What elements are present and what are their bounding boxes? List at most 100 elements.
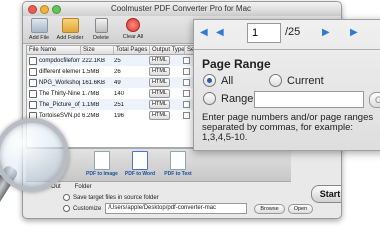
next-page-icon[interactable]: ▶ — [322, 27, 330, 38]
pdf-to-image-label: PDF to Image — [86, 171, 118, 177]
file-name-cell: different elements — [27, 67, 80, 76]
divider — [194, 49, 380, 50]
first-page-icon[interactable]: ◀ — [200, 27, 208, 38]
page-range-title: Page Range — [202, 57, 271, 71]
row-checkbox[interactable] — [29, 89, 37, 98]
column-header[interactable]: Output Type — [150, 46, 185, 54]
delete-button[interactable]: Delete — [85, 18, 117, 41]
pdf-to-text-button[interactable]: PDF to Text — [162, 151, 194, 177]
browse-button[interactable]: Browse — [254, 203, 285, 214]
output-type-cell: HTML — [147, 89, 181, 98]
total-pages-cell: 26 — [114, 68, 121, 75]
column-header[interactable]: Total Pages — [114, 46, 150, 54]
file-name-cell: compdocfileforma — [27, 56, 80, 65]
column-header[interactable]: Size — [81, 46, 114, 54]
text-document-icon — [170, 151, 186, 170]
total-pages-cell: 251 — [114, 101, 125, 108]
row-checkbox[interactable] — [29, 78, 37, 87]
delete-label: Delete — [93, 35, 109, 41]
customize-radio[interactable] — [63, 205, 70, 212]
total-pages-cell: 196 — [114, 112, 125, 119]
range-label: Range — [221, 92, 254, 105]
file-name: The_Picture_of_Do — [39, 101, 80, 108]
window-title: Coolmuster PDF Converter Pro for Mac — [111, 4, 252, 13]
output-type-select[interactable]: HTML — [149, 78, 170, 87]
row-checkbox[interactable] — [29, 100, 37, 109]
total-pages-cell: 140 — [114, 90, 125, 97]
output-type-select[interactable]: HTML — [149, 100, 170, 109]
selected-checkbox[interactable] — [183, 57, 190, 64]
image-document-icon — [94, 151, 110, 170]
add-file-icon — [30, 18, 48, 33]
prev-page-icon[interactable]: ◀ — [216, 27, 224, 38]
output-type-cell: HTML — [147, 111, 181, 120]
file-name: compdocfileforma — [39, 57, 80, 64]
selected-checkbox[interactable] — [183, 79, 190, 86]
selected-checkbox[interactable] — [183, 101, 190, 108]
column-header[interactable]: File Name — [27, 46, 81, 54]
output-type-select[interactable]: HTML — [149, 89, 170, 98]
range-input[interactable] — [254, 91, 364, 108]
pdf-to-word-label: PDF to Word — [124, 171, 156, 177]
file-size-cell: 222.1KB — [82, 57, 106, 64]
output-type-select[interactable]: HTML — [149, 56, 170, 65]
all-label: All — [221, 74, 234, 87]
file-size-cell: 1.1MB — [82, 101, 100, 108]
file-name-cell: The_Picture_of_Do — [27, 100, 80, 109]
ok-button[interactable]: Ok — [369, 92, 380, 108]
customize-label: Customize — [73, 205, 102, 212]
add-folder-button[interactable]: Add Folder — [54, 18, 86, 41]
word-document-icon — [132, 151, 148, 170]
minimize-window-button[interactable] — [40, 5, 49, 14]
pdf-to-image-button[interactable]: PDF to Image — [86, 151, 118, 177]
save-source-label: Save target files in source folder — [73, 194, 159, 201]
folder-label: Folder — [74, 184, 92, 190]
total-pages-cell: 49 — [114, 79, 121, 86]
all-option[interactable]: All — [203, 74, 233, 87]
total-pages-cell: 25 — [114, 57, 121, 64]
output-type-select[interactable]: HTML — [149, 67, 170, 76]
selected-checkbox[interactable] — [183, 112, 190, 119]
page-range-panel: ◀ ◀ 1 /25 ▶ ▶ Page Range All Current Ran… — [193, 19, 380, 151]
zoom-window-button[interactable] — [52, 5, 61, 14]
range-hint: Enter page numbers and/or page ranges se… — [202, 112, 374, 143]
start-button[interactable]: Start — [311, 185, 341, 203]
row-checkbox[interactable] — [29, 56, 37, 65]
pdf-to-word-button[interactable]: PDF to Word — [124, 151, 156, 177]
row-checkbox[interactable] — [29, 67, 37, 76]
save-source-radio[interactable] — [63, 194, 70, 201]
add-folder-label: Add Folder — [56, 35, 84, 41]
folder-icon — [61, 18, 79, 33]
output-type-cell: HTML — [147, 67, 181, 76]
selected-checkbox[interactable] — [183, 90, 190, 97]
clear-icon — [126, 18, 140, 32]
all-radio[interactable] — [203, 74, 216, 87]
output-type-cell: HTML — [147, 100, 181, 109]
file-name-cell: The Thirty-Nine St — [27, 89, 80, 98]
open-button[interactable]: Open — [287, 203, 314, 214]
trash-icon — [94, 18, 108, 33]
output-folder-row: Out Folder — [51, 184, 92, 190]
output-type-cell: HTML — [147, 78, 181, 87]
save-source-row[interactable]: Save target files in source folder — [63, 194, 159, 201]
range-radio[interactable] — [203, 92, 216, 105]
range-option[interactable]: Range — [203, 92, 253, 105]
title-bar: Coolmuster PDF Converter Pro for Mac — [23, 2, 341, 17]
current-option[interactable]: Current — [269, 74, 324, 87]
file-size-cell: 161.6KB — [82, 79, 106, 86]
window-controls — [28, 5, 61, 14]
add-file-label: Add File — [28, 35, 50, 41]
current-radio[interactable] — [269, 74, 282, 87]
output-type-cell: HTML — [147, 56, 181, 65]
last-page-icon[interactable]: ▶ — [350, 27, 358, 38]
output-path-field[interactable]: /Users/apple/Desktop/pdf-converter-mac — [105, 203, 248, 214]
file-name: TortoiseSVN.pdf — [39, 112, 80, 119]
selected-checkbox[interactable] — [183, 68, 190, 75]
file-size-cell: 1.7MB — [82, 90, 100, 97]
clear-all-button[interactable]: Clear All — [117, 18, 149, 40]
add-file-button[interactable]: Add File — [23, 18, 55, 41]
file-size-cell: 6.2MB — [82, 112, 100, 119]
page-number-input[interactable]: 1 — [247, 23, 281, 43]
close-window-button[interactable] — [28, 5, 37, 14]
output-type-select[interactable]: HTML — [149, 111, 170, 120]
